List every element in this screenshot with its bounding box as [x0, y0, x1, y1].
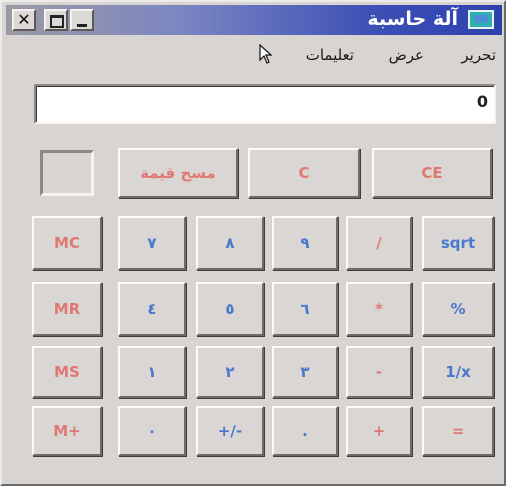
minimize-button[interactable] — [70, 9, 94, 31]
window-title: آلة حاسبة — [367, 8, 458, 30]
key-r4-c3[interactable]: +/- — [196, 406, 264, 456]
menu-bar: تحرير عرض تعليمات — [6, 38, 502, 68]
key-r3-c4[interactable]: ٣ — [272, 346, 338, 398]
menu-help[interactable]: تعليمات — [306, 46, 354, 64]
key-r1-c5[interactable]: / — [346, 216, 412, 270]
calculator-display[interactable]: 0 — [34, 84, 496, 124]
key-r1-c4[interactable]: ٩ — [272, 216, 338, 270]
key-r3-c2[interactable]: ١ — [118, 346, 186, 398]
close-button[interactable]: ✕ — [12, 9, 36, 31]
key-r2-c2[interactable]: ٤ — [118, 282, 186, 336]
key-r3-c3[interactable]: ٢ — [196, 346, 264, 398]
key-r4-c4[interactable]: . — [272, 406, 338, 456]
calculator-app-icon — [468, 10, 494, 29]
key-r2-c6[interactable]: % — [422, 282, 494, 336]
memory-indicator — [40, 150, 94, 196]
display-value: 0 — [476, 92, 488, 111]
key-r1-c2[interactable]: ٧ — [118, 216, 186, 270]
menu-edit[interactable]: تحرير — [461, 46, 496, 64]
key-r3-c6[interactable]: 1/x — [422, 346, 494, 398]
key-r4-c5[interactable]: + — [346, 406, 412, 456]
title-bar[interactable]: ✕ آلة حاسبة — [6, 5, 502, 35]
key-r1-c6[interactable]: sqrt — [422, 216, 494, 270]
clear-button[interactable]: C — [248, 148, 360, 198]
key-r2-c4[interactable]: ٦ — [272, 282, 338, 336]
key-r1-c3[interactable]: ٨ — [196, 216, 264, 270]
calculator-window: ✕ آلة حاسبة تحرير عرض تعليمات 0 مسح قيمة… — [0, 0, 506, 486]
key-r3-c5[interactable]: - — [346, 346, 412, 398]
key-r1-c1[interactable]: MC — [32, 216, 102, 270]
clear-value-button[interactable]: مسح قيمة — [118, 148, 238, 198]
clear-entry-button[interactable]: CE — [372, 148, 492, 198]
key-r4-c2[interactable]: ٠ — [118, 406, 186, 456]
key-r2-c1[interactable]: MR — [32, 282, 102, 336]
key-r3-c1[interactable]: MS — [32, 346, 102, 398]
menu-view[interactable]: عرض — [389, 46, 424, 64]
maximize-button[interactable] — [44, 9, 68, 31]
key-r2-c3[interactable]: ٥ — [196, 282, 264, 336]
key-r4-c6[interactable]: = — [422, 406, 494, 456]
key-r4-c1[interactable]: M+ — [32, 406, 102, 456]
cursor-icon — [259, 44, 273, 64]
key-r2-c5[interactable]: * — [346, 282, 412, 336]
